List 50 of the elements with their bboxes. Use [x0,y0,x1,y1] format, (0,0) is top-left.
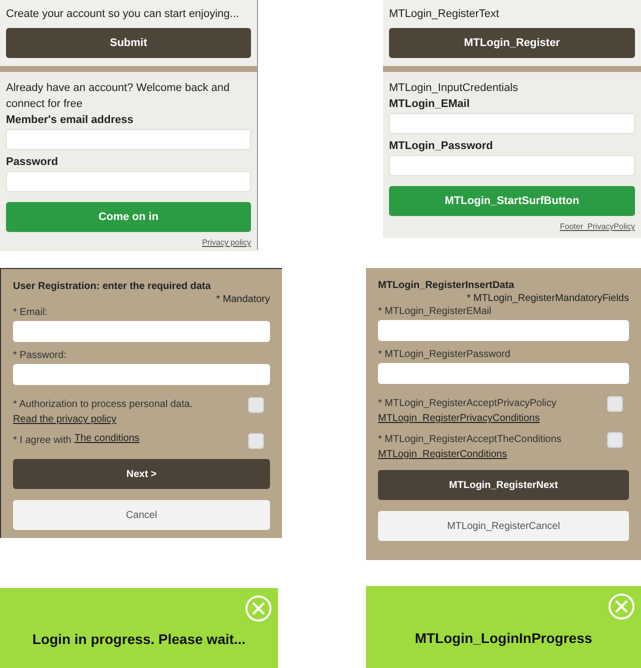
close-icon[interactable] [608,593,635,620]
register-text: MTLogin_RegisterText [389,7,500,22]
consent-checkbox[interactable] [248,433,264,449]
register-text: Create your account so you can start enjoying... [6,7,240,22]
registration-title: MTLogin_RegisterInsertData [378,280,516,291]
conditions-link[interactable]: MTLogin_RegisterConditions [378,449,562,460]
email-field[interactable] [6,129,251,150]
password-field[interactable] [378,363,629,384]
progress-message: Login in progress. Please wait... [32,631,246,647]
login-button[interactable]: Come on in [6,202,251,232]
password-label: * Password: [13,350,68,361]
registration-title: User Registration: enter the required data [13,281,212,292]
email-field[interactable] [378,320,629,341]
consent-checkbox[interactable] [607,396,623,412]
conditions-link[interactable]: Read the privacy policy [13,414,193,425]
email-field[interactable] [389,113,635,134]
email-label: Member's email address [6,113,134,128]
password-label: Password [6,155,59,170]
password-label: MTLogin_Password [389,139,494,154]
password-field[interactable] [6,171,251,192]
progress-message: MTLogin_LoginInProgress [414,630,592,646]
intro-text: MTLogin_InputCredentials [389,81,520,96]
next-button[interactable]: Next > [13,459,270,489]
password-field[interactable] [389,155,635,176]
next-button[interactable]: MTLogin_RegisterNext [378,470,629,500]
consent-label: * MTLogin_RegisterAcceptPrivacyPolicy [378,398,556,409]
privacy-link[interactable]: Footer_PrivacyPolicy [560,222,635,231]
password-field[interactable] [13,364,270,385]
conditions-link[interactable]: The conditions [74,433,140,446]
register-button[interactable]: MTLogin_Register [389,28,635,58]
privacy-link[interactable]: Privacy policy [202,238,251,247]
cancel-button[interactable]: Cancel [13,500,270,530]
email-label: * MTLogin_RegisterEMail [378,306,492,317]
consent-checkbox[interactable] [607,432,623,448]
cancel-button[interactable]: MTLogin_RegisterCancel [378,511,629,541]
email-label: * Email: [13,307,48,318]
register-button[interactable]: Submit [6,28,251,58]
consent-checkbox[interactable] [248,397,264,413]
email-label: MTLogin_EMail [389,97,471,112]
intro-text: Already have an account? Welcome back and connect for free [6,81,231,112]
consent-label: * MTLogin_RegisterAcceptTheConditions [378,434,562,445]
email-field[interactable] [13,321,270,342]
mandatory-note: * Mandatory [216,294,270,305]
mandatory-note: * MTLogin_RegisterMandatoryFields [466,293,629,304]
password-label: * MTLogin_RegisterPassword [378,349,512,360]
conditions-link[interactable]: MTLogin_RegisterPrivacyConditions [378,413,556,424]
consent-label: * Authorization to process personal data. [13,399,193,410]
consent-label: * I agree with [13,435,72,446]
login-button[interactable]: MTLogin_StartSurfButton [389,186,635,216]
close-icon[interactable] [245,595,272,622]
